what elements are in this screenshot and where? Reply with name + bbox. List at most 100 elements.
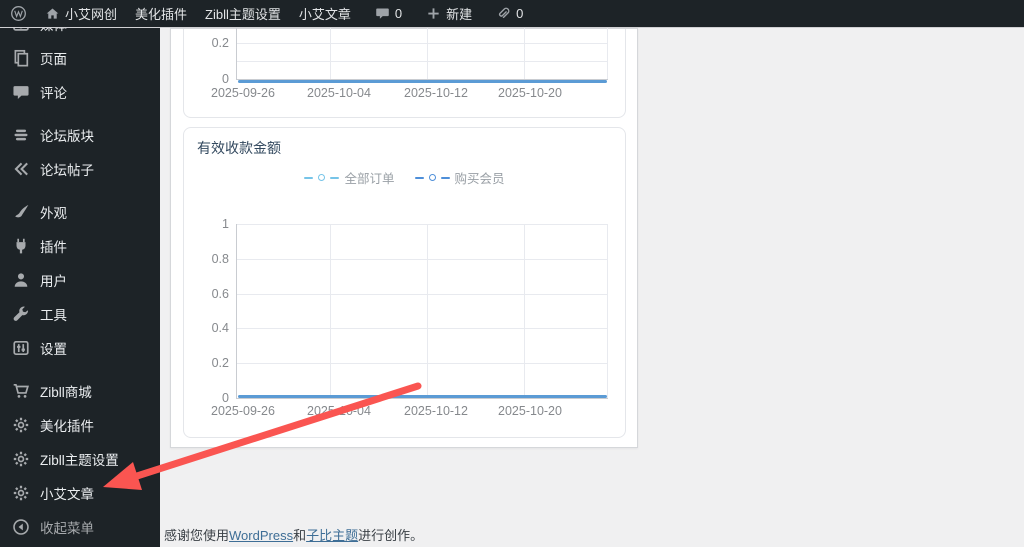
adminbar-beautify-plugin[interactable]: 美化插件 bbox=[126, 0, 196, 28]
x-tick: 2025-10-04 bbox=[307, 404, 371, 418]
y-tick: 0.2 bbox=[211, 356, 229, 370]
legend-line bbox=[440, 176, 450, 179]
chart-panel-top bbox=[183, 29, 626, 118]
x-tick: 2025-09-26 bbox=[211, 404, 275, 418]
legend-label: 全部订单 bbox=[344, 172, 395, 186]
pages-icon bbox=[14, 49, 29, 67]
gridline bbox=[427, 28, 428, 79]
sidebar-item-label: 美化插件 bbox=[40, 419, 94, 434]
gridline bbox=[524, 28, 525, 79]
wordpress-link[interactable]: WordPress bbox=[229, 528, 293, 543]
sidebar-item-xiaoai-articles[interactable]: 小艾文章 bbox=[0, 476, 160, 510]
sidebar-item-zibll-shop[interactable]: Zibll商城 bbox=[0, 374, 160, 408]
sidebar-item-forum-boards[interactable]: 论坛版块 bbox=[0, 118, 160, 152]
sidebar-item-users[interactable]: 用户 bbox=[0, 263, 160, 297]
x-tick: 2025-10-12 bbox=[404, 86, 468, 100]
chart-legend: 全部订单 购买会员 bbox=[183, 168, 626, 187]
x-tick: 2025-09-26 bbox=[211, 86, 275, 100]
gridline bbox=[607, 28, 608, 79]
gridline bbox=[330, 224, 331, 398]
sidebar-item-beautify-plugin[interactable]: 美化插件 bbox=[0, 408, 160, 442]
admin-sidebar: 媒体 页面 评论 论坛版块 论坛帖子 外观 bbox=[0, 0, 160, 547]
x-tick: 2025-10-04 bbox=[307, 86, 371, 100]
comments-count: 0 bbox=[394, 6, 403, 21]
sidebar-item-plugins[interactable]: 插件 bbox=[0, 229, 160, 263]
sidebar-item-label: Zibll商城 bbox=[40, 385, 92, 400]
sidebar-item-label: Zibll主题设置 bbox=[40, 453, 119, 468]
panel-title: 有效收款金额 bbox=[197, 140, 281, 156]
y-tick: 0.6 bbox=[211, 287, 229, 301]
footer-mid: 和 bbox=[293, 528, 307, 543]
site-home-button[interactable]: 小艾网创 bbox=[36, 0, 126, 28]
y-tick: 0.4 bbox=[211, 321, 229, 335]
adminbar-zibll-settings[interactable]: Zibll主题设置 bbox=[196, 0, 290, 28]
sidebar-item-settings[interactable]: 设置 bbox=[0, 331, 160, 365]
sidebar-item-tools[interactable]: 工具 bbox=[0, 297, 160, 331]
adminbar-new-button[interactable]: 新建 bbox=[417, 0, 481, 28]
links-count: 0 bbox=[516, 6, 524, 21]
sidebar-item-appearance[interactable]: 外观 bbox=[0, 195, 160, 229]
sidebar-item-label: 插件 bbox=[40, 240, 67, 255]
settings-icon bbox=[13, 340, 29, 356]
plugin-icon bbox=[16, 238, 26, 254]
sidebar-item-pages[interactable]: 页面 bbox=[0, 41, 160, 75]
chart2-y-axis bbox=[236, 224, 237, 399]
adminbar-links[interactable]: 0 bbox=[487, 0, 532, 28]
adminbar-item-label: 美化插件 bbox=[135, 7, 188, 22]
collapse-menu-button[interactable]: 收起菜单 bbox=[0, 510, 160, 544]
x-tick: 2025-10-20 bbox=[498, 404, 562, 418]
wordpress-logo-button[interactable] bbox=[0, 0, 36, 28]
adminbar-comments[interactable]: 0 bbox=[366, 0, 411, 28]
theme-link[interactable]: 子比主题 bbox=[306, 528, 358, 543]
gridline bbox=[237, 43, 608, 44]
wordpress-logo-icon bbox=[11, 6, 26, 21]
gridline bbox=[427, 224, 428, 398]
y-tick: 0 bbox=[222, 391, 229, 405]
chart1-y-axis bbox=[236, 28, 237, 79]
y-tick: 0.2 bbox=[211, 36, 229, 50]
gridline bbox=[524, 224, 525, 398]
plus-icon bbox=[428, 8, 439, 19]
gear-icon bbox=[13, 417, 29, 433]
admin-top-bar: 小艾网创 美化插件 Zibll主题设置 小艾文章 0 新建 0 bbox=[0, 0, 1024, 28]
home-icon bbox=[46, 8, 59, 19]
x-tick: 2025-10-20 bbox=[498, 86, 562, 100]
users-icon bbox=[14, 273, 28, 287]
sidebar-item-zibll-theme-settings[interactable]: Zibll主题设置 bbox=[0, 442, 160, 476]
sidebar-item-comments[interactable]: 评论 bbox=[0, 75, 160, 109]
paperclip-icon bbox=[499, 7, 510, 19]
gridline bbox=[237, 259, 608, 260]
legend-dot bbox=[318, 174, 326, 181]
sidebar-item-label: 论坛版块 bbox=[40, 129, 94, 144]
forum-posts-icon bbox=[14, 162, 28, 176]
sidebar-item-label: 论坛帖子 bbox=[40, 163, 94, 178]
sidebar-item-label: 小艾文章 bbox=[40, 487, 94, 502]
footer-post: 进行创作。 bbox=[358, 528, 424, 543]
chart2-x-axis bbox=[236, 398, 608, 399]
gridline bbox=[237, 224, 608, 225]
chart2-data-line bbox=[238, 395, 607, 398]
tools-icon bbox=[13, 306, 29, 321]
sidebar-item-label: 评论 bbox=[40, 86, 67, 101]
legend-dot bbox=[428, 174, 436, 181]
adminbar-item-label: 小艾文章 bbox=[298, 7, 351, 22]
adminbar-xiaoai-articles[interactable]: 小艾文章 bbox=[290, 0, 360, 28]
legend-item-all-orders[interactable]: 全部订单 bbox=[304, 168, 395, 187]
comment-bubble-icon bbox=[376, 8, 389, 19]
cart-icon bbox=[13, 383, 29, 398]
sidebar-item-label: 用户 bbox=[40, 274, 67, 289]
new-label: 新建 bbox=[446, 7, 473, 22]
legend-line bbox=[330, 176, 340, 179]
sidebar-item-label: 页面 bbox=[40, 52, 67, 67]
sidebar-item-forum-posts[interactable]: 论坛帖子 bbox=[0, 152, 160, 186]
gridline bbox=[607, 224, 608, 398]
adminbar-item-label: Zibll主题设置 bbox=[205, 7, 281, 22]
sidebar-item-label: 工具 bbox=[40, 308, 67, 323]
legend-label: 购买会员 bbox=[454, 172, 505, 186]
y-tick: 0 bbox=[222, 72, 229, 86]
legend-item-buy-member[interactable]: 购买会员 bbox=[414, 168, 505, 187]
menu-separator bbox=[0, 109, 160, 118]
appearance-icon bbox=[15, 205, 29, 218]
sidebar-item-label: 设置 bbox=[40, 342, 67, 357]
collapse-icon bbox=[13, 519, 29, 535]
